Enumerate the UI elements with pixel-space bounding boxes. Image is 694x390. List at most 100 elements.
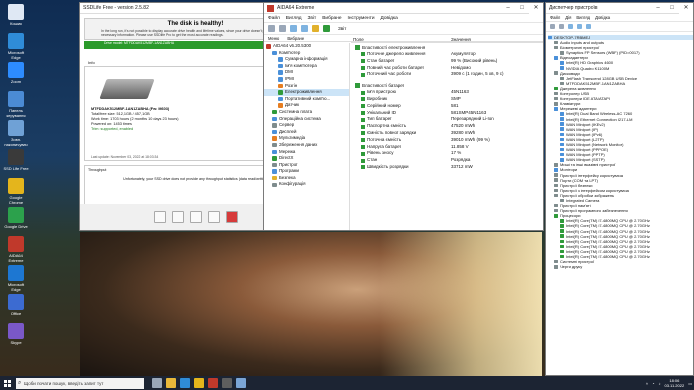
tree-item[interactable]: DirectX [264, 155, 349, 162]
desktop-icon[interactable]: Microsoft Edge [3, 33, 29, 60]
device-tree-item[interactable]: Черги друку [548, 264, 693, 269]
property-row[interactable]: Тип батареї Перезарядний Li-Ion [351, 116, 543, 123]
property-row[interactable]: Ємність повної зарядки 39280 mWh [351, 130, 543, 137]
tree-item[interactable]: Пристрої [264, 162, 349, 169]
tree-item[interactable]: Розгін [264, 83, 349, 90]
maximize-button[interactable]: □ [665, 3, 679, 14]
close-button[interactable]: ✕ [679, 3, 693, 14]
chevron-up-icon[interactable]: ˄ [646, 381, 648, 386]
tree-item[interactable]: Сумарна інформація [264, 56, 349, 63]
minimize-button[interactable]: – [501, 3, 515, 14]
aida64-titlebar[interactable]: AIDA64 Extreme – □ ✕ [264, 3, 543, 14]
desktop-icon[interactable]: Зовн. накопичувач [3, 120, 29, 147]
info-icon[interactable] [207, 211, 220, 223]
forward-icon[interactable] [279, 25, 286, 32]
property-row[interactable]: Швидкість розрядки 33712 mW [351, 164, 543, 171]
property-row[interactable]: Унікальний ID 581SMP45N1163 [351, 110, 543, 117]
menu-item[interactable]: Вигляд [576, 15, 590, 20]
volume-icon[interactable]: ♪ [658, 381, 660, 386]
save-icon[interactable] [171, 211, 184, 223]
tree-item[interactable]: IPMI [264, 76, 349, 83]
column-field[interactable]: Поле [351, 36, 451, 42]
up-icon[interactable] [290, 25, 297, 32]
refresh-icon[interactable] [301, 25, 308, 32]
menu-item[interactable]: Інструменти [348, 16, 375, 21]
menu-item[interactable]: Довідка [595, 15, 610, 20]
property-row[interactable]: Серійний номер 581 [351, 103, 543, 110]
tree-item[interactable]: Комп'ютер [264, 50, 349, 57]
property-row[interactable]: Поточний час роботи 3909 с (1 годин, 5 хв… [351, 71, 543, 78]
tree-item[interactable]: Сервер [264, 122, 349, 129]
tab-menu[interactable]: Меню [264, 35, 283, 41]
menu-item[interactable]: Файл [268, 16, 280, 21]
properties-icon[interactable] [568, 24, 573, 29]
desktop-icon[interactable]: SSD Life Free [3, 149, 29, 171]
desktop-icon[interactable]: Office [3, 294, 29, 316]
edge-icon[interactable] [180, 378, 190, 388]
monitor-icon[interactable] [586, 24, 591, 29]
desktop-icon[interactable]: Панель керування [3, 91, 29, 118]
property-row[interactable]: Рівень зносу 17 % [351, 150, 543, 157]
menu-item[interactable]: Дія [565, 15, 571, 20]
file-explorer-icon[interactable] [166, 378, 176, 388]
tree-item[interactable]: Електроживлення [264, 89, 349, 96]
desktop-icon[interactable]: Кошик [3, 4, 29, 26]
forward-icon[interactable] [559, 24, 564, 29]
desktop-icon[interactable]: Zoom [3, 62, 29, 84]
tree-item[interactable]: Мережа [264, 149, 349, 156]
property-row[interactable]: Паспортна ємність 47520 mWh [351, 123, 543, 130]
taskbar-search[interactable]: Щоби почати пошук, введіть запит тут [16, 377, 144, 389]
ssdlife-icon[interactable] [222, 378, 232, 388]
tab-favorites[interactable]: Вибране [283, 35, 308, 41]
clock[interactable]: 18:06 03.11.2022 [664, 378, 684, 388]
chart-icon[interactable] [323, 25, 330, 32]
menu-item[interactable]: Довідка [381, 16, 398, 21]
notifications-icon[interactable]: ▭ [688, 381, 692, 386]
user-icon[interactable] [312, 25, 319, 32]
device-manager-icon[interactable] [236, 378, 246, 388]
tree-item[interactable]: Безпека [264, 175, 349, 182]
tree-item[interactable]: Дисплей [264, 129, 349, 136]
devmgr-titlebar[interactable]: Диспетчер пристроїв – □ ✕ [546, 3, 693, 14]
minimize-button[interactable]: – [651, 3, 665, 14]
tree-item[interactable]: Програми [264, 168, 349, 175]
close-app-icon[interactable] [225, 211, 238, 223]
tree-item[interactable]: Системна плата [264, 109, 349, 116]
task-view-icon[interactable] [152, 378, 162, 388]
property-row[interactable]: Напруга батареї 11.858 V [351, 144, 543, 151]
back-icon[interactable] [268, 25, 275, 32]
desktop-icon[interactable]: Google Drive [3, 207, 29, 229]
tree-item[interactable]: Конфігурація [264, 181, 349, 188]
start-button[interactable] [0, 376, 14, 390]
menu-item[interactable]: Вигляд [286, 16, 302, 21]
back-icon[interactable] [550, 24, 555, 29]
tree-item[interactable]: DMI [264, 69, 349, 76]
network-icon[interactable]: ◔ [652, 381, 654, 386]
maximize-button[interactable]: □ [515, 3, 529, 14]
tree-item[interactable]: Мультимедіа [264, 135, 349, 142]
property-row[interactable]: Стан батареї 99 % (Високий рівень) [351, 58, 543, 65]
desktop-icon[interactable]: Microsoft Edge [3, 265, 29, 292]
tree-item[interactable]: Збереження даних [264, 142, 349, 149]
chrome-icon[interactable] [194, 378, 204, 388]
property-row[interactable]: Поточна ємність 39010 mWh (99 %) [351, 137, 543, 144]
tree-item[interactable]: Датчик [264, 102, 349, 109]
tools-icon[interactable] [189, 211, 202, 223]
desktop-icon[interactable]: Skype [3, 323, 29, 345]
report-button[interactable]: Звіт [338, 26, 346, 31]
column-value[interactable]: Значення [451, 36, 471, 42]
close-button[interactable]: ✕ [529, 3, 543, 14]
desktop-icon[interactable]: AIDA64 Extreme [3, 236, 29, 263]
tree-item[interactable]: Ім'я комп'ютера [264, 63, 349, 70]
menu-item[interactable]: Вибране [322, 16, 341, 21]
property-row[interactable]: Виробник SMP [351, 96, 543, 103]
desktop-icon[interactable]: Google Chrome [3, 178, 29, 205]
menu-item[interactable]: Файл [550, 15, 560, 20]
tree-item[interactable]: Портативний комп'ю... [264, 96, 349, 103]
property-row[interactable]: Стан Розрядка [351, 157, 543, 164]
tree-item[interactable]: Операційна система [264, 116, 349, 123]
help-icon[interactable] [577, 24, 582, 29]
property-row[interactable]: Поточне джерело живлення Акумулятор [351, 51, 543, 58]
menu-item[interactable]: Звіт [308, 16, 317, 21]
aida64-icon[interactable] [208, 378, 218, 388]
